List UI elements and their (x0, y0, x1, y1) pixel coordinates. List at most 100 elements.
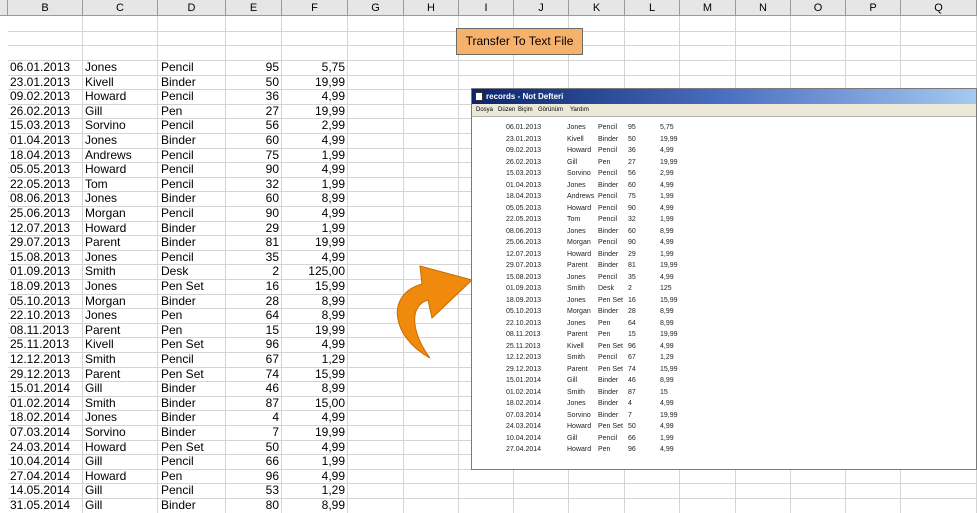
date-cell[interactable]: 29.12.2013 (10, 367, 80, 381)
date-cell[interactable]: 24.03.2014 (10, 440, 80, 454)
rep-cell[interactable]: Morgan (85, 294, 155, 308)
date-cell[interactable]: 18.02.2014 (10, 410, 80, 424)
rep-cell[interactable]: Parent (85, 235, 155, 249)
column-header-m[interactable]: M (680, 0, 736, 16)
rep-cell[interactable]: Gill (85, 483, 155, 497)
item-cell[interactable]: Pencil (161, 118, 223, 132)
date-cell[interactable]: 22.10.2013 (10, 308, 80, 322)
transfer-to-text-file-button[interactable]: Transfer To Text File (456, 28, 583, 55)
price-cell[interactable]: 19,99 (282, 323, 345, 337)
item-cell[interactable]: Pencil (161, 148, 223, 162)
item-cell[interactable]: Pencil (161, 250, 223, 264)
column-header-d[interactable]: D (158, 0, 226, 16)
item-cell[interactable]: Binder (161, 221, 223, 235)
date-cell[interactable]: 12.12.2013 (10, 352, 80, 366)
notepad-window[interactable]: records - Not Defteri Dosya Düzen Biçim Gör… (471, 88, 977, 470)
rep-cell[interactable]: Gill (85, 498, 155, 512)
date-cell[interactable]: 09.02.2013 (10, 89, 80, 103)
column-header-l[interactable]: L (625, 0, 680, 16)
units-cell[interactable]: 46 (226, 381, 279, 395)
units-cell[interactable]: 90 (226, 206, 279, 220)
column-header-o[interactable]: O (791, 0, 846, 16)
rep-cell[interactable]: Howard (85, 469, 155, 483)
date-cell[interactable]: 14.05.2014 (10, 483, 80, 497)
units-cell[interactable]: 27 (226, 104, 279, 118)
units-cell[interactable]: 7 (226, 425, 279, 439)
item-cell[interactable]: Pen Set (161, 440, 223, 454)
date-cell[interactable]: 15.08.2013 (10, 250, 80, 264)
price-cell[interactable]: 1,99 (282, 454, 345, 468)
units-cell[interactable]: 16 (226, 279, 279, 293)
item-cell[interactable]: Binder (161, 381, 223, 395)
date-cell[interactable]: 25.11.2013 (10, 337, 80, 351)
rep-cell[interactable]: Sorvino (85, 425, 155, 439)
price-cell[interactable]: 5,75 (282, 60, 345, 74)
date-cell[interactable]: 22.05.2013 (10, 177, 80, 191)
rep-cell[interactable]: Gill (85, 104, 155, 118)
units-cell[interactable]: 35 (226, 250, 279, 264)
price-cell[interactable]: 19,99 (282, 104, 345, 118)
date-cell[interactable]: 10.04.2014 (10, 454, 80, 468)
rep-cell[interactable]: Kivell (85, 337, 155, 351)
price-cell[interactable]: 1,99 (282, 177, 345, 191)
date-cell[interactable]: 08.06.2013 (10, 191, 80, 205)
item-cell[interactable]: Binder (161, 191, 223, 205)
date-cell[interactable]: 31.05.2014 (10, 498, 80, 512)
rep-cell[interactable]: Tom (85, 177, 155, 191)
rep-cell[interactable]: Howard (85, 221, 155, 235)
rep-cell[interactable]: Jones (85, 60, 155, 74)
price-cell[interactable]: 19,99 (282, 425, 345, 439)
item-cell[interactable]: Binder (161, 235, 223, 249)
price-cell[interactable]: 4,99 (282, 89, 345, 103)
rep-cell[interactable]: Morgan (85, 206, 155, 220)
price-cell[interactable]: 15,99 (282, 279, 345, 293)
item-cell[interactable]: Pen Set (161, 367, 223, 381)
units-cell[interactable]: 66 (226, 454, 279, 468)
column-header-c[interactable]: C (83, 0, 158, 16)
item-cell[interactable]: Pen Set (161, 337, 223, 351)
rep-cell[interactable]: Jones (85, 250, 155, 264)
units-cell[interactable]: 60 (226, 191, 279, 205)
date-cell[interactable]: 26.02.2013 (10, 104, 80, 118)
units-cell[interactable]: 50 (226, 75, 279, 89)
units-cell[interactable]: 15 (226, 323, 279, 337)
price-cell[interactable]: 4,99 (282, 133, 345, 147)
rep-cell[interactable]: Howard (85, 89, 155, 103)
units-cell[interactable]: 95 (226, 60, 279, 74)
item-cell[interactable]: Pencil (161, 454, 223, 468)
date-cell[interactable]: 01.09.2013 (10, 264, 80, 278)
rep-cell[interactable]: Jones (85, 279, 155, 293)
price-cell[interactable]: 19,99 (282, 75, 345, 89)
date-cell[interactable]: 29.07.2013 (10, 235, 80, 249)
item-cell[interactable]: Pen (161, 104, 223, 118)
item-cell[interactable]: Binder (161, 410, 223, 424)
date-cell[interactable]: 08.11.2013 (10, 323, 80, 337)
item-cell[interactable]: Binder (161, 294, 223, 308)
notepad-menu-item[interactable]: Düzen (498, 104, 515, 117)
date-cell[interactable]: 27.04.2014 (10, 469, 80, 483)
item-cell[interactable]: Binder (161, 133, 223, 147)
price-cell[interactable]: 4,99 (282, 337, 345, 351)
units-cell[interactable]: 81 (226, 235, 279, 249)
item-cell[interactable]: Pencil (161, 177, 223, 191)
price-cell[interactable]: 8,99 (282, 308, 345, 322)
item-cell[interactable]: Pencil (161, 483, 223, 497)
rep-cell[interactable]: Howard (85, 440, 155, 454)
rep-cell[interactable]: Gill (85, 381, 155, 395)
rep-cell[interactable]: Smith (85, 352, 155, 366)
notepad-menu-item[interactable]: Dosya (476, 104, 493, 117)
date-cell[interactable]: 12.07.2013 (10, 221, 80, 235)
price-cell[interactable]: 4,99 (282, 250, 345, 264)
date-cell[interactable]: 15.03.2013 (10, 118, 80, 132)
date-cell[interactable]: 01.04.2013 (10, 133, 80, 147)
item-cell[interactable]: Desk (161, 264, 223, 278)
units-cell[interactable]: 60 (226, 133, 279, 147)
units-cell[interactable]: 75 (226, 148, 279, 162)
notepad-titlebar[interactable]: records - Not Defteri (472, 89, 976, 104)
units-cell[interactable]: 4 (226, 410, 279, 424)
item-cell[interactable]: Binder (161, 75, 223, 89)
item-cell[interactable]: Pencil (161, 206, 223, 220)
item-cell[interactable]: Pencil (161, 352, 223, 366)
item-cell[interactable]: Pencil (161, 60, 223, 74)
date-cell[interactable]: 06.01.2013 (10, 60, 80, 74)
